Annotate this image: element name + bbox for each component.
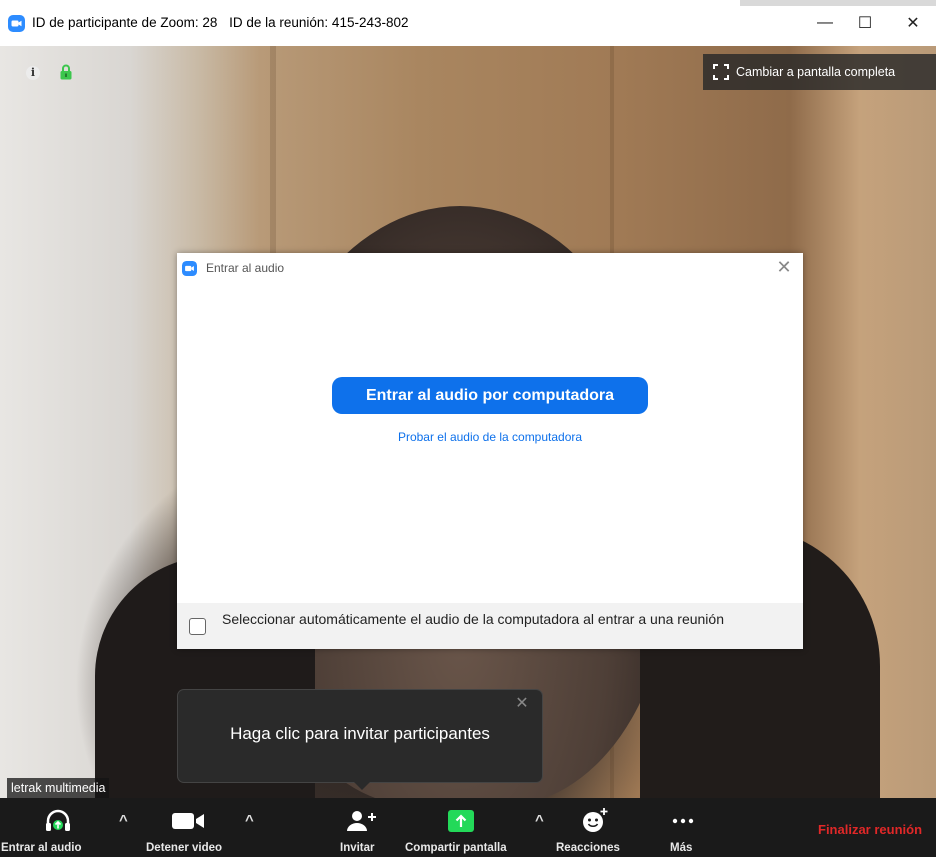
video-camera-icon xyxy=(172,813,204,829)
join-audio-button[interactable]: Entrar al audio xyxy=(0,798,112,857)
expand-icon xyxy=(713,64,729,80)
maximize-button[interactable]: ☐ xyxy=(842,0,888,46)
meeting-toolbar: Entrar al audio ^ Detener video ^ Invita… xyxy=(0,798,936,857)
reactions-label: Reacciones xyxy=(556,842,620,854)
dialog-title: Entrar al audio xyxy=(206,261,285,275)
stop-video-label: Detener video xyxy=(146,842,223,854)
participant-id-label: ID de participante de Zoom: 28 xyxy=(32,15,218,30)
end-meeting-button[interactable]: Finalizar reunión xyxy=(818,822,922,837)
close-window-button[interactable]: ✕ xyxy=(890,0,936,46)
audio-options-caret[interactable]: ^ xyxy=(119,812,128,829)
share-screen-icon xyxy=(448,810,474,832)
video-options-caret[interactable]: ^ xyxy=(245,812,254,829)
stop-video-button[interactable]: Detener video xyxy=(140,798,240,857)
meeting-id-label: ID de la reunión: 415-243-802 xyxy=(229,15,409,30)
tooltip-close-button[interactable]: ✕ xyxy=(514,696,530,712)
fullscreen-label: Cambiar a pantalla completa xyxy=(736,65,896,79)
share-screen-label: Compartir pantalla xyxy=(405,842,507,854)
join-audio-dialog: Entrar al audio ✕ Entrar al audio por co… xyxy=(177,253,803,649)
tooltip-arrow xyxy=(354,782,370,790)
lock-icon[interactable] xyxy=(60,64,72,80)
more-label: Más xyxy=(670,842,693,854)
tooltip-text: Haga clic para invitar participantes xyxy=(230,724,490,743)
share-options-caret[interactable]: ^ xyxy=(535,812,544,829)
join-computer-audio-button[interactable]: Entrar al audio por computadora xyxy=(332,377,648,414)
dialog-close-button[interactable]: ✕ xyxy=(775,258,793,276)
invite-button[interactable]: Invitar xyxy=(330,798,392,857)
zoom-logo-icon xyxy=(8,15,25,32)
join-audio-label: Entrar al audio xyxy=(1,842,82,854)
add-user-icon xyxy=(347,811,376,831)
test-audio-link[interactable]: Probar el audio de la computadora xyxy=(177,430,803,444)
invite-tooltip: ✕ Haga clic para invitar participantes xyxy=(178,690,542,790)
test-audio-link-text[interactable]: Probar el audio de la computadora xyxy=(398,430,582,444)
emoji-reaction-icon xyxy=(583,808,608,832)
dialog-footer: Seleccionar automáticamente el audio de … xyxy=(177,603,803,649)
more-button[interactable]: Más xyxy=(660,798,710,857)
more-dots-icon xyxy=(672,818,694,824)
share-screen-button[interactable]: Compartir pantalla xyxy=(403,798,528,857)
window-title: ID de participante de Zoom: 28 ID de la … xyxy=(32,15,417,30)
fullscreen-button[interactable]: Cambiar a pantalla completa xyxy=(703,54,936,90)
invite-label: Invitar xyxy=(340,842,375,854)
title-bar: ID de participante de Zoom: 28 ID de la … xyxy=(0,0,936,46)
zoom-logo-icon xyxy=(182,261,197,276)
participant-name-label: letrak multimedia xyxy=(7,778,110,798)
auto-select-audio-label[interactable]: Seleccionar automáticamente el audio de … xyxy=(222,611,782,628)
reactions-button[interactable]: Reacciones xyxy=(553,798,633,857)
headphones-icon xyxy=(46,809,70,831)
auto-select-audio-checkbox[interactable] xyxy=(189,618,206,635)
info-icon[interactable]: i xyxy=(26,66,40,80)
